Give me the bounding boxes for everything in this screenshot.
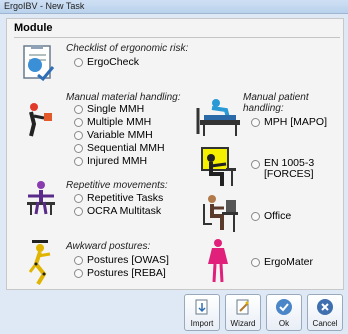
radio-circle[interactable] [74, 256, 83, 265]
module-panel [6, 18, 344, 290]
wizard-icon [236, 299, 249, 315]
radio-circle[interactable] [74, 144, 83, 153]
checklist-icon [23, 45, 55, 81]
variable-mmh-radio[interactable]: Variable MMH [74, 130, 153, 141]
cancel-label: Cancel [312, 319, 338, 328]
radio-circle[interactable] [74, 207, 83, 216]
window-title: ErgoIBV - New Task [4, 1, 85, 11]
ok-button[interactable]: Ok [266, 294, 302, 331]
mph-mapo-label: MPH [MAPO] [264, 116, 328, 128]
variable-mmh-label: Variable MMH [87, 129, 153, 141]
radio-circle[interactable] [251, 160, 260, 169]
repetitive-label: Repetitive movements: [66, 180, 168, 191]
en-forces-line2: [FORCES] [264, 168, 314, 180]
forces-icon [201, 147, 236, 186]
injured-mmh-radio[interactable]: Injured MMH [74, 156, 147, 167]
radio-circle[interactable] [74, 131, 83, 140]
injured-mmh-label: Injured MMH [87, 155, 148, 167]
wizard-button[interactable]: Wizard [225, 294, 261, 331]
radio-circle[interactable] [74, 269, 83, 278]
repetitive-movements-icon [27, 181, 55, 215]
cancel-button[interactable]: Cancel [307, 294, 343, 331]
en-forces-label: EN 1005-3 [FORCES] [264, 158, 314, 180]
ergomater-label: ErgoMater [264, 256, 314, 268]
radio-circle[interactable] [74, 194, 83, 203]
office-label: Office [264, 210, 292, 222]
radio-circle[interactable] [251, 212, 260, 221]
cancel-icon [317, 299, 333, 315]
radio-circle[interactable] [74, 157, 83, 166]
radio-circle[interactable] [251, 118, 260, 127]
radio-circle[interactable] [74, 58, 83, 67]
import-button[interactable]: Import [184, 294, 220, 331]
sequential-mmh-label: Sequential MMH [87, 142, 165, 154]
ocra-multitask-radio[interactable]: OCRA Multitask [74, 206, 161, 217]
material-handling-icon [29, 103, 52, 137]
repetitive-tasks-radio[interactable]: Repetitive Tasks [74, 193, 163, 204]
postures-owas-label: Postures [OWAS] [87, 254, 169, 266]
button-bar: Import Wizard Ok Cancel [180, 293, 348, 334]
multiple-mmh-radio[interactable]: Multiple MMH [74, 117, 151, 128]
awkward-postures-icon [28, 240, 51, 286]
ocra-multitask-label: OCRA Multitask [87, 205, 162, 217]
office-radio[interactable]: Office [251, 211, 291, 222]
divider [14, 37, 340, 38]
single-mmh-radio[interactable]: Single MMH [74, 104, 144, 115]
title-bar: ErgoIBV - New Task [0, 0, 348, 14]
postures-reba-radio[interactable]: Postures [REBA] [74, 268, 166, 279]
postures-owas-radio[interactable]: Postures [OWAS] [74, 255, 169, 266]
en-forces-radio[interactable]: EN 1005-3 [FORCES] [251, 158, 314, 180]
radio-circle[interactable] [251, 258, 260, 267]
import-label: Import [190, 319, 214, 328]
ergomater-radio[interactable]: ErgoMater [251, 257, 313, 268]
awkward-label: Awkward postures: [66, 241, 151, 252]
postures-reba-label: Postures [REBA] [87, 267, 166, 279]
patient-handling-label: Manual patient handling: [243, 92, 309, 114]
mph-mapo-radio[interactable]: MPH [MAPO] [251, 117, 327, 128]
radio-circle[interactable] [74, 105, 83, 114]
mmh-label: Manual material handling: [66, 92, 181, 103]
multiple-mmh-label: Multiple MMH [87, 116, 152, 128]
ergocheck-radio[interactable]: ErgoCheck [74, 57, 139, 68]
sequential-mmh-radio[interactable]: Sequential MMH [74, 143, 165, 154]
repetitive-tasks-label: Repetitive Tasks [87, 192, 164, 204]
wizard-label: Wizard [230, 319, 256, 328]
radio-circle[interactable] [74, 118, 83, 127]
import-icon [195, 299, 208, 315]
ok-label: Ok [278, 319, 290, 328]
ergomater-icon [208, 239, 228, 283]
single-mmh-label: Single MMH [87, 103, 145, 115]
patient-handling-icon [196, 99, 240, 136]
checklist-label: Checklist of ergonomic risk: [66, 43, 189, 54]
ergocheck-label: ErgoCheck [87, 56, 139, 68]
checkmark-icon [276, 299, 292, 315]
office-icon [203, 195, 238, 232]
module-heading: Module [14, 22, 53, 34]
